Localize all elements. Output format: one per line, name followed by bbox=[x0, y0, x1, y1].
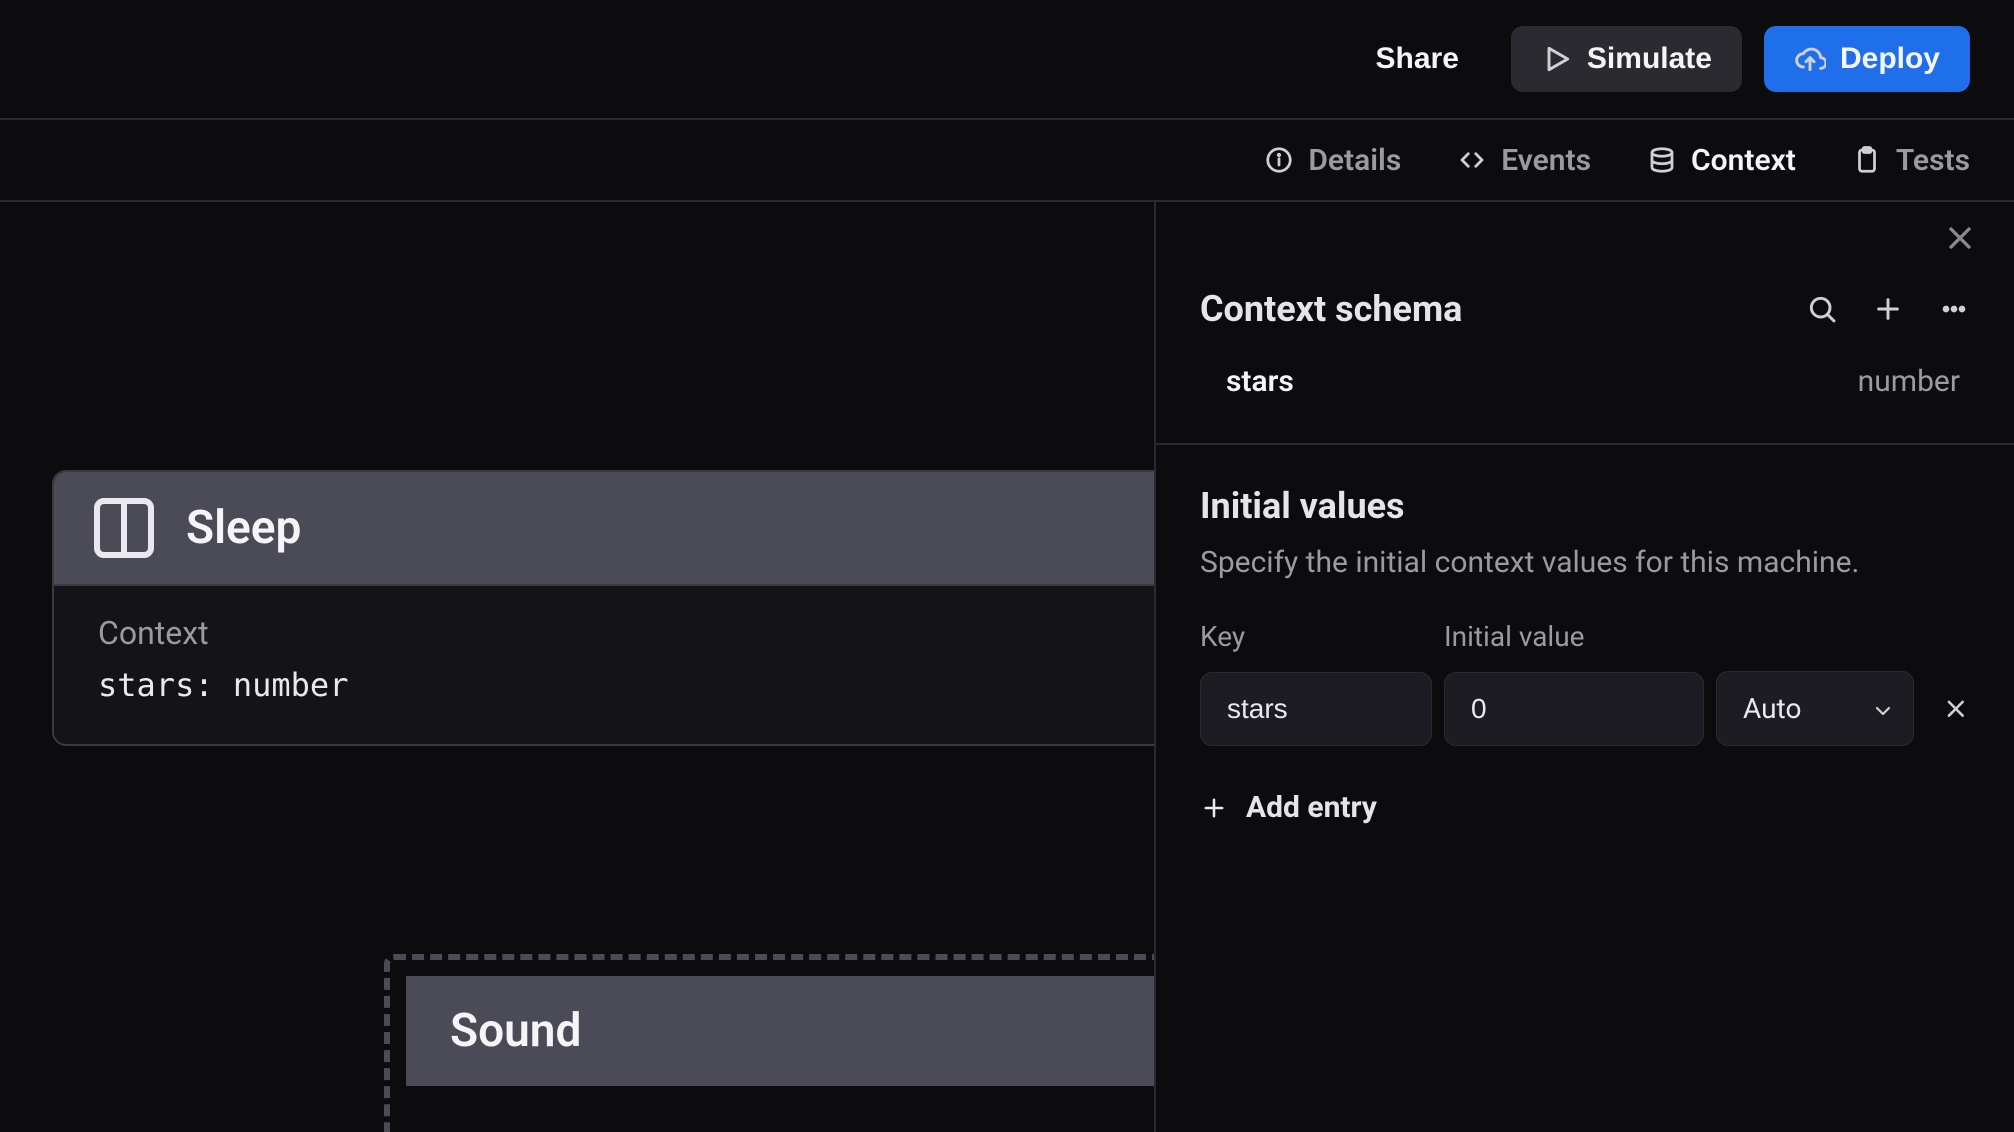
more-icon[interactable] bbox=[1938, 293, 1970, 325]
entry-key-input[interactable] bbox=[1200, 672, 1432, 746]
state-node-sleep[interactable]: Sleep Context stars: number bbox=[52, 470, 1154, 746]
tab-tests[interactable]: Tests bbox=[1852, 143, 1970, 178]
main: Sleep Context stars: number Sound Contex… bbox=[0, 202, 2014, 1132]
context-panel: Context schema stars number bbox=[1154, 202, 2014, 1132]
delete-row-icon[interactable] bbox=[1942, 695, 1970, 723]
deploy-button[interactable]: Deploy bbox=[1764, 26, 1970, 92]
column-value: Initial value bbox=[1444, 620, 1704, 653]
schema-row[interactable]: stars number bbox=[1200, 330, 1970, 433]
state-node-title: Sleep bbox=[186, 501, 301, 555]
state-node-sound[interactable]: Sound bbox=[406, 976, 1154, 1086]
tab-events[interactable]: Events bbox=[1457, 143, 1591, 178]
tab-details-label: Details bbox=[1308, 143, 1401, 178]
chevron-down-icon bbox=[1871, 697, 1895, 721]
parallel-icon bbox=[94, 498, 154, 558]
parallel-region[interactable]: Sound bbox=[384, 954, 1154, 1132]
share-button[interactable]: Share bbox=[1346, 26, 1489, 92]
simulate-button[interactable]: Simulate bbox=[1511, 26, 1742, 92]
state-node-body: Context stars: number bbox=[54, 586, 1154, 744]
database-icon bbox=[1647, 145, 1677, 175]
schema-actions bbox=[1806, 293, 1970, 325]
schema-section: Context schema stars number bbox=[1200, 288, 1970, 433]
close-icon[interactable] bbox=[1942, 220, 1978, 256]
simulate-label: Simulate bbox=[1587, 42, 1712, 76]
code-icon bbox=[1457, 145, 1487, 175]
state-node-header[interactable]: Sleep bbox=[54, 472, 1154, 586]
kv-header: Key Initial value bbox=[1200, 620, 1970, 653]
schema-header: Context schema bbox=[1200, 288, 1970, 330]
search-icon[interactable] bbox=[1806, 293, 1838, 325]
entry-value-input[interactable] bbox=[1444, 672, 1704, 746]
topbar: Share Simulate Deploy bbox=[0, 0, 2014, 120]
cloud-upload-icon bbox=[1794, 43, 1826, 75]
info-icon bbox=[1264, 145, 1294, 175]
kv-row: Auto bbox=[1200, 671, 1970, 746]
tab-context-label: Context bbox=[1691, 143, 1796, 178]
state-node-title: Sound bbox=[450, 1004, 581, 1058]
tab-events-label: Events bbox=[1501, 143, 1591, 178]
divider bbox=[1156, 443, 2014, 445]
add-entry-label: Add entry bbox=[1246, 790, 1377, 825]
column-key: Key bbox=[1200, 620, 1432, 653]
schema-row-key: stars bbox=[1226, 364, 1294, 399]
canvas[interactable]: Sleep Context stars: number Sound bbox=[0, 202, 1154, 1132]
deploy-label: Deploy bbox=[1840, 42, 1940, 76]
clipboard-icon bbox=[1852, 145, 1882, 175]
tab-context[interactable]: Context bbox=[1647, 143, 1796, 178]
initial-values-title: Initial values bbox=[1200, 485, 1970, 527]
tab-details[interactable]: Details bbox=[1264, 143, 1401, 178]
plus-icon bbox=[1200, 794, 1228, 822]
tab-tests-label: Tests bbox=[1896, 143, 1970, 178]
play-icon bbox=[1541, 43, 1573, 75]
context-label: Context bbox=[98, 614, 1154, 652]
entry-type-value: Auto bbox=[1743, 692, 1801, 725]
subtabs: Details Events Context Tests bbox=[0, 120, 2014, 202]
context-line: stars: number bbox=[98, 666, 1154, 704]
add-icon[interactable] bbox=[1872, 293, 1904, 325]
share-label: Share bbox=[1376, 42, 1459, 76]
schema-title: Context schema bbox=[1200, 288, 1462, 330]
initial-values-section: Initial values Specify the initial conte… bbox=[1200, 485, 1970, 829]
schema-row-type: number bbox=[1858, 364, 1960, 399]
entry-type-select[interactable]: Auto bbox=[1716, 671, 1914, 746]
add-entry-button[interactable]: Add entry bbox=[1200, 790, 1377, 825]
initial-values-description: Specify the initial context values for t… bbox=[1200, 545, 1970, 580]
